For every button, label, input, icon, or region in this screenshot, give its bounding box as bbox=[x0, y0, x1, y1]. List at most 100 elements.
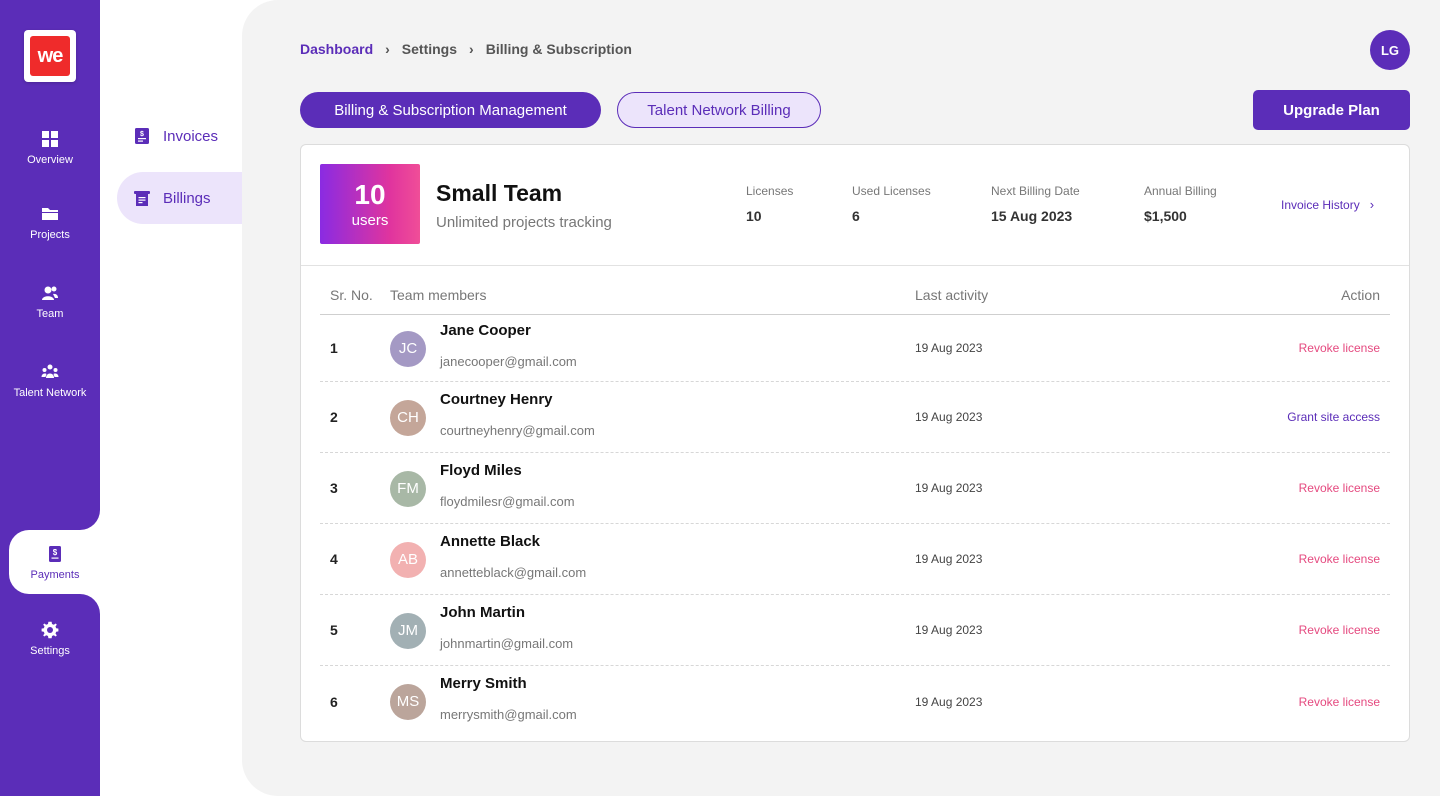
rail-item-talent-network[interactable]: Talent Network bbox=[0, 363, 100, 399]
stat-value: $1,500 bbox=[1144, 208, 1187, 224]
member-email: johnmartin@gmail.com bbox=[440, 635, 574, 651]
member-email: annetteblack@gmail.com bbox=[440, 564, 587, 580]
last-activity: 19 Aug 2023 bbox=[915, 410, 983, 424]
member-avatar: JC bbox=[390, 330, 426, 367]
divider bbox=[301, 265, 1409, 266]
plan-description: Unlimited projects tracking bbox=[436, 214, 612, 231]
rail-item-label: Talent Network bbox=[13, 387, 87, 399]
stat-label: Used Licenses bbox=[852, 184, 931, 198]
member-name: Annette Black bbox=[440, 532, 541, 550]
billing-card: 10 users Small Team Unlimited projects t… bbox=[300, 144, 1410, 742]
row-number: 1 bbox=[330, 340, 338, 356]
rail-item-projects[interactable]: Projects bbox=[0, 205, 100, 241]
chevron-right-icon: › bbox=[385, 41, 390, 57]
member-name: Merry Smith bbox=[440, 674, 527, 692]
stat-licenses: Licenses 10 bbox=[746, 184, 793, 224]
member-avatar: FM bbox=[390, 470, 426, 507]
rail-item-payments[interactable]: $ Payments bbox=[5, 545, 105, 581]
invoice-history-label: Invoice History bbox=[1281, 197, 1360, 212]
member-name: Floyd Miles bbox=[440, 461, 522, 479]
invoice-icon: $ bbox=[135, 128, 149, 144]
plan-user-unit: users bbox=[351, 211, 389, 229]
column-header-action: Action bbox=[1341, 287, 1380, 303]
plan-user-count: 10 bbox=[354, 178, 386, 210]
stat-label: Next Billing Date bbox=[991, 184, 1080, 198]
chevron-right-icon: › bbox=[1369, 197, 1375, 212]
folder-icon bbox=[42, 208, 58, 220]
stat-value: 6 bbox=[852, 208, 860, 224]
last-activity: 19 Aug 2023 bbox=[915, 552, 983, 566]
member-avatar: CH bbox=[390, 399, 426, 436]
last-activity: 19 Aug 2023 bbox=[915, 341, 983, 355]
last-activity: 19 Aug 2023 bbox=[915, 481, 983, 495]
upgrade-plan-button[interactable]: Upgrade Plan bbox=[1253, 90, 1410, 130]
stat-value: 15 Aug 2023 bbox=[991, 208, 1073, 224]
grid-icon bbox=[42, 131, 58, 147]
stat-used-licenses: Used Licenses 6 bbox=[852, 184, 931, 224]
member-name: Courtney Henry bbox=[440, 390, 553, 408]
stat-annual-billing: Annual Billing $1,500 bbox=[1144, 184, 1217, 224]
breadcrumb: Dashboard › Settings › Billing & Subscri… bbox=[300, 41, 632, 57]
active-notch-bottom bbox=[80, 594, 100, 614]
rail-item-label: Settings bbox=[30, 645, 70, 657]
column-header-last-activity: Last activity bbox=[915, 287, 989, 303]
revoke-license-link[interactable]: Revoke license bbox=[1299, 595, 1380, 665]
team-icon bbox=[42, 286, 58, 300]
stat-value: 10 bbox=[746, 208, 762, 224]
revoke-license-link[interactable]: Revoke license bbox=[1299, 453, 1380, 523]
submenu-item-label: Invoices bbox=[163, 127, 219, 145]
last-activity: 19 Aug 2023 bbox=[915, 623, 983, 637]
revoke-license-link[interactable]: Revoke license bbox=[1299, 524, 1380, 594]
member-avatar: MS bbox=[390, 683, 426, 720]
column-header-sr-no: Sr. No. bbox=[330, 287, 373, 303]
rail-item-label: Overview bbox=[27, 154, 73, 166]
revoke-license-link[interactable]: Revoke license bbox=[1299, 315, 1380, 381]
submenu-item-label: Billings bbox=[163, 189, 211, 207]
tab-talent-network-billing[interactable]: Talent Network Billing bbox=[617, 92, 821, 128]
plan-badge: 10 users bbox=[320, 164, 420, 244]
invoice-history-link[interactable]: Invoice History › bbox=[1281, 197, 1374, 212]
submenu-item-billings[interactable]: Billings bbox=[117, 172, 242, 224]
payment-icon: $ bbox=[49, 546, 61, 562]
rail-item-label: Payments bbox=[30, 569, 80, 581]
last-activity: 19 Aug 2023 bbox=[915, 694, 983, 709]
rail-item-label: Team bbox=[36, 308, 64, 320]
member-email: floydmilesr@gmail.com bbox=[440, 493, 575, 509]
chevron-right-icon: › bbox=[469, 41, 474, 57]
table-row: 5 JM John Martin johnmartin@gmail.com 19 Aug… bbox=[320, 595, 1390, 666]
rail-item-settings[interactable]: Settings bbox=[0, 621, 100, 657]
network-icon bbox=[41, 364, 59, 378]
member-email: courtneyhenry@gmail.com bbox=[440, 422, 595, 438]
member-name: Jane Cooper bbox=[440, 321, 531, 339]
stat-next-billing-date: Next Billing Date 15 Aug 2023 bbox=[991, 184, 1080, 224]
row-number: 4 bbox=[330, 551, 338, 567]
table-row: 6 MS Merry Smith merrysmith@gmail.com 19 Aug… bbox=[320, 666, 1390, 737]
left-rail: we Overview Projects Team Talent Network… bbox=[0, 0, 100, 796]
billing-icon bbox=[134, 191, 150, 206]
table-row: 1 JC Jane Cooper janecooper@gmail.com 19 Aug… bbox=[320, 315, 1390, 382]
rail-item-label: Projects bbox=[30, 229, 70, 241]
member-name: John Martin bbox=[440, 603, 525, 621]
tab-billing-subscription-management[interactable]: Billing & Subscription Management bbox=[300, 92, 601, 128]
revoke-license-link[interactable]: Revoke license bbox=[1299, 666, 1380, 737]
user-avatar[interactable]: LG bbox=[1370, 30, 1410, 70]
submenu-item-invoices[interactable]: $ Invoices bbox=[117, 110, 242, 162]
gear-icon bbox=[41, 621, 59, 639]
active-notch-top bbox=[80, 510, 100, 530]
member-avatar: JM bbox=[390, 612, 426, 649]
app-logo[interactable]: we bbox=[24, 30, 76, 82]
rail-item-team[interactable]: Team bbox=[0, 284, 100, 320]
breadcrumb-current: Billing & Subscription bbox=[485, 41, 632, 57]
main-content: Dashboard › Settings › Billing & Subscri… bbox=[242, 0, 1440, 796]
rail-item-overview[interactable]: Overview bbox=[0, 130, 100, 166]
breadcrumb-dashboard[interactable]: Dashboard bbox=[300, 41, 373, 57]
table-header: Sr. No. Team members Last activity Actio… bbox=[320, 287, 1390, 315]
stat-label: Licenses bbox=[746, 184, 794, 198]
column-header-team-members: Team members bbox=[390, 287, 487, 303]
grant-site-access-link[interactable]: Grant site access bbox=[1287, 382, 1380, 452]
breadcrumb-settings[interactable]: Settings bbox=[402, 41, 457, 57]
plan-name: Small Team bbox=[436, 180, 563, 206]
table-row: 3 FM Floyd Miles floydmilesr@gmail.com 19 Au… bbox=[320, 453, 1390, 524]
logo-mark: we bbox=[30, 36, 70, 76]
row-number: 5 bbox=[330, 622, 338, 638]
